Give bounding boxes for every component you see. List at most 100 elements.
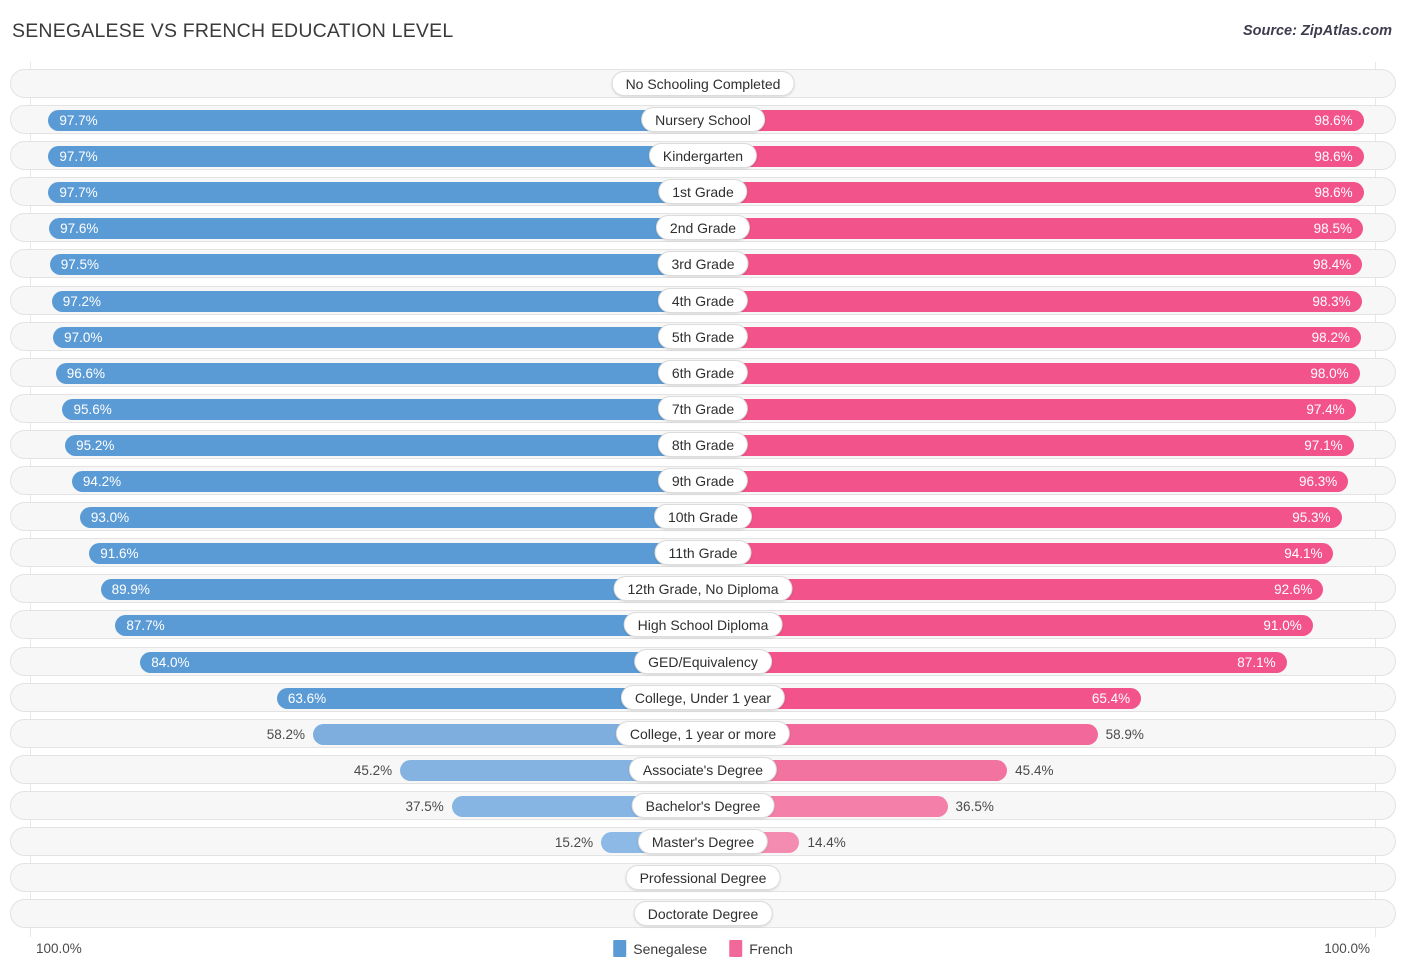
bar-row: 87.7% 91.0% High School Diploma [0, 607, 1406, 643]
bar-senegalese[interactable] [49, 254, 703, 276]
bar-row: 84.0% 87.1% GED/Equivalency [0, 644, 1406, 680]
bar-french[interactable] [703, 290, 1362, 312]
value-label-french: 45.4% [1015, 762, 1054, 778]
value-label-french: 98.4% [1313, 257, 1352, 273]
value-label-senegalese: 96.6% [66, 365, 106, 381]
legend-item[interactable]: French [729, 940, 793, 957]
page-title: SENEGALESE VS FRENCH EDUCATION LEVEL [12, 20, 454, 42]
bar-senegalese[interactable] [51, 290, 703, 312]
bar-row: 2.3%1.5%No Schooling Completed [0, 66, 1406, 102]
value-label-french: 65.4% [1091, 690, 1131, 706]
bar-senegalese[interactable] [115, 615, 703, 637]
bar-senegalese[interactable] [48, 110, 703, 132]
category-label-pill[interactable]: 2nd Grade [655, 215, 751, 241]
bar-french[interactable] [703, 110, 1364, 132]
value-label-senegalese: 63.6% [287, 690, 327, 706]
bar-french[interactable] [703, 471, 1349, 493]
bar-row: 91.6% 94.1% 11th Grade [0, 535, 1406, 571]
bar-french[interactable] [703, 615, 1313, 637]
category-label-pill[interactable]: 6th Grade [657, 359, 749, 385]
value-label-senegalese: 95.2% [76, 437, 115, 453]
value-label-senegalese: 97.2% [62, 293, 102, 309]
bar-row: 63.6% 65.4% College, Under 1 year [0, 680, 1406, 716]
category-label-pill[interactable]: Bachelor's Degree [631, 792, 775, 818]
chart-root: SENEGALESE VS FRENCH EDUCATION LEVEL Sou… [0, 0, 1406, 975]
bar-french[interactable] [703, 182, 1364, 204]
value-label-french: 98.6% [1314, 113, 1353, 129]
bar-row: 2.0%1.8%Doctorate Degree [0, 896, 1406, 932]
source-attribution: Source: ZipAtlas.com [1242, 23, 1392, 39]
bar-french[interactable] [703, 362, 1360, 384]
value-label-senegalese: 94.2% [82, 474, 122, 490]
bar-row: 4.6%4.2%Professional Degree [0, 860, 1406, 896]
category-label-pill[interactable]: 3rd Grade [657, 251, 749, 277]
bar-row: 96.6% 98.0% 6th Grade [0, 355, 1406, 391]
category-label-pill[interactable]: 12th Grade, No Diploma [613, 576, 793, 602]
category-label-pill[interactable]: 4th Grade [657, 287, 749, 313]
bar-row: 95.2% 97.1% 8th Grade [0, 427, 1406, 463]
bar-row: 15.2% 14.4% Master's Degree [0, 824, 1406, 860]
value-label-senegalese: 97.5% [60, 257, 100, 273]
bar-french[interactable] [703, 579, 1324, 601]
bar-row: 97.2% 98.3% 4th Grade [0, 283, 1406, 319]
bar-senegalese[interactable] [65, 434, 703, 456]
category-label-pill[interactable]: 9th Grade [657, 468, 749, 494]
bar-senegalese[interactable] [62, 398, 703, 420]
bar-row: 97.7% 98.6% Nursery School [0, 102, 1406, 138]
bar-senegalese[interactable] [48, 182, 703, 204]
bar-row: 97.0% 98.2% 5th Grade [0, 319, 1406, 355]
value-label-senegalese: 58.2% [266, 726, 306, 742]
bar-senegalese[interactable] [71, 471, 703, 493]
category-label-pill[interactable]: No Schooling Completed [611, 71, 795, 96]
bar-french[interactable] [703, 543, 1334, 565]
bar-french[interactable] [703, 398, 1356, 420]
category-label-pill[interactable]: 11th Grade [654, 540, 752, 566]
category-label-pill[interactable]: High School Diploma [623, 612, 783, 638]
bar-french[interactable] [703, 507, 1342, 529]
bar-row: 97.5% 98.4% 3rd Grade [0, 246, 1406, 282]
bar-senegalese[interactable] [89, 543, 703, 565]
legend-label: Senegalese [633, 940, 708, 957]
bar-senegalese[interactable] [48, 146, 703, 168]
legend-item[interactable]: Senegalese [613, 940, 707, 957]
bar-senegalese[interactable] [55, 362, 703, 384]
value-label-french: 58.9% [1105, 726, 1144, 742]
bar-row: 97.6% 98.5% 2nd Grade [0, 210, 1406, 246]
bar-french[interactable] [703, 651, 1287, 673]
bar-row: 93.0% 95.3% 10th Grade [0, 499, 1406, 535]
bar-senegalese[interactable] [53, 326, 703, 348]
bar-french[interactable] [703, 254, 1363, 276]
bar-french[interactable] [703, 326, 1361, 348]
category-label-pill[interactable]: Associate's Degree [628, 756, 778, 782]
bar-row: 97.7% 98.6% 1st Grade [0, 174, 1406, 210]
category-label-pill[interactable]: GED/Equivalency [634, 648, 772, 674]
bar-senegalese[interactable] [140, 651, 703, 673]
value-label-french: 98.2% [1311, 329, 1350, 345]
bar-row: 45.2% 45.4% Associate's Degree [0, 752, 1406, 788]
category-label-pill[interactable]: Nursery School [641, 107, 765, 133]
category-label-pill[interactable]: 7th Grade [657, 395, 749, 421]
bar-french[interactable] [703, 434, 1354, 456]
legend-swatch-icon [613, 940, 627, 957]
category-label-pill[interactable]: 10th Grade [653, 504, 753, 530]
category-label-pill[interactable]: Master's Degree [637, 828, 769, 854]
bar-french[interactable] [703, 218, 1363, 240]
bar-row: 95.6% 97.4% 7th Grade [0, 391, 1406, 427]
category-label-pill[interactable]: College, 1 year or more [615, 720, 791, 746]
bar-senegalese[interactable] [49, 218, 703, 240]
category-label-pill[interactable]: Doctorate Degree [633, 901, 773, 927]
value-label-senegalese: 97.6% [60, 221, 99, 237]
bar-senegalese[interactable] [79, 507, 703, 529]
legend-label: French [749, 940, 793, 957]
category-label-pill[interactable]: 1st Grade [658, 179, 748, 205]
bar-french[interactable] [703, 146, 1364, 168]
category-label-pill[interactable]: Kindergarten [648, 143, 758, 169]
value-label-french: 91.0% [1263, 618, 1302, 634]
value-label-senegalese: 95.6% [73, 401, 112, 417]
category-label-pill[interactable]: 5th Grade [657, 323, 749, 349]
category-label-pill[interactable]: College, Under 1 year [620, 684, 786, 710]
axis-label-right: 100.0% [1324, 941, 1370, 956]
category-label-pill[interactable]: 8th Grade [657, 431, 749, 457]
bar-row: 89.9% 92.6% 12th Grade, No Diploma [0, 571, 1406, 607]
category-label-pill[interactable]: Professional Degree [625, 865, 781, 891]
